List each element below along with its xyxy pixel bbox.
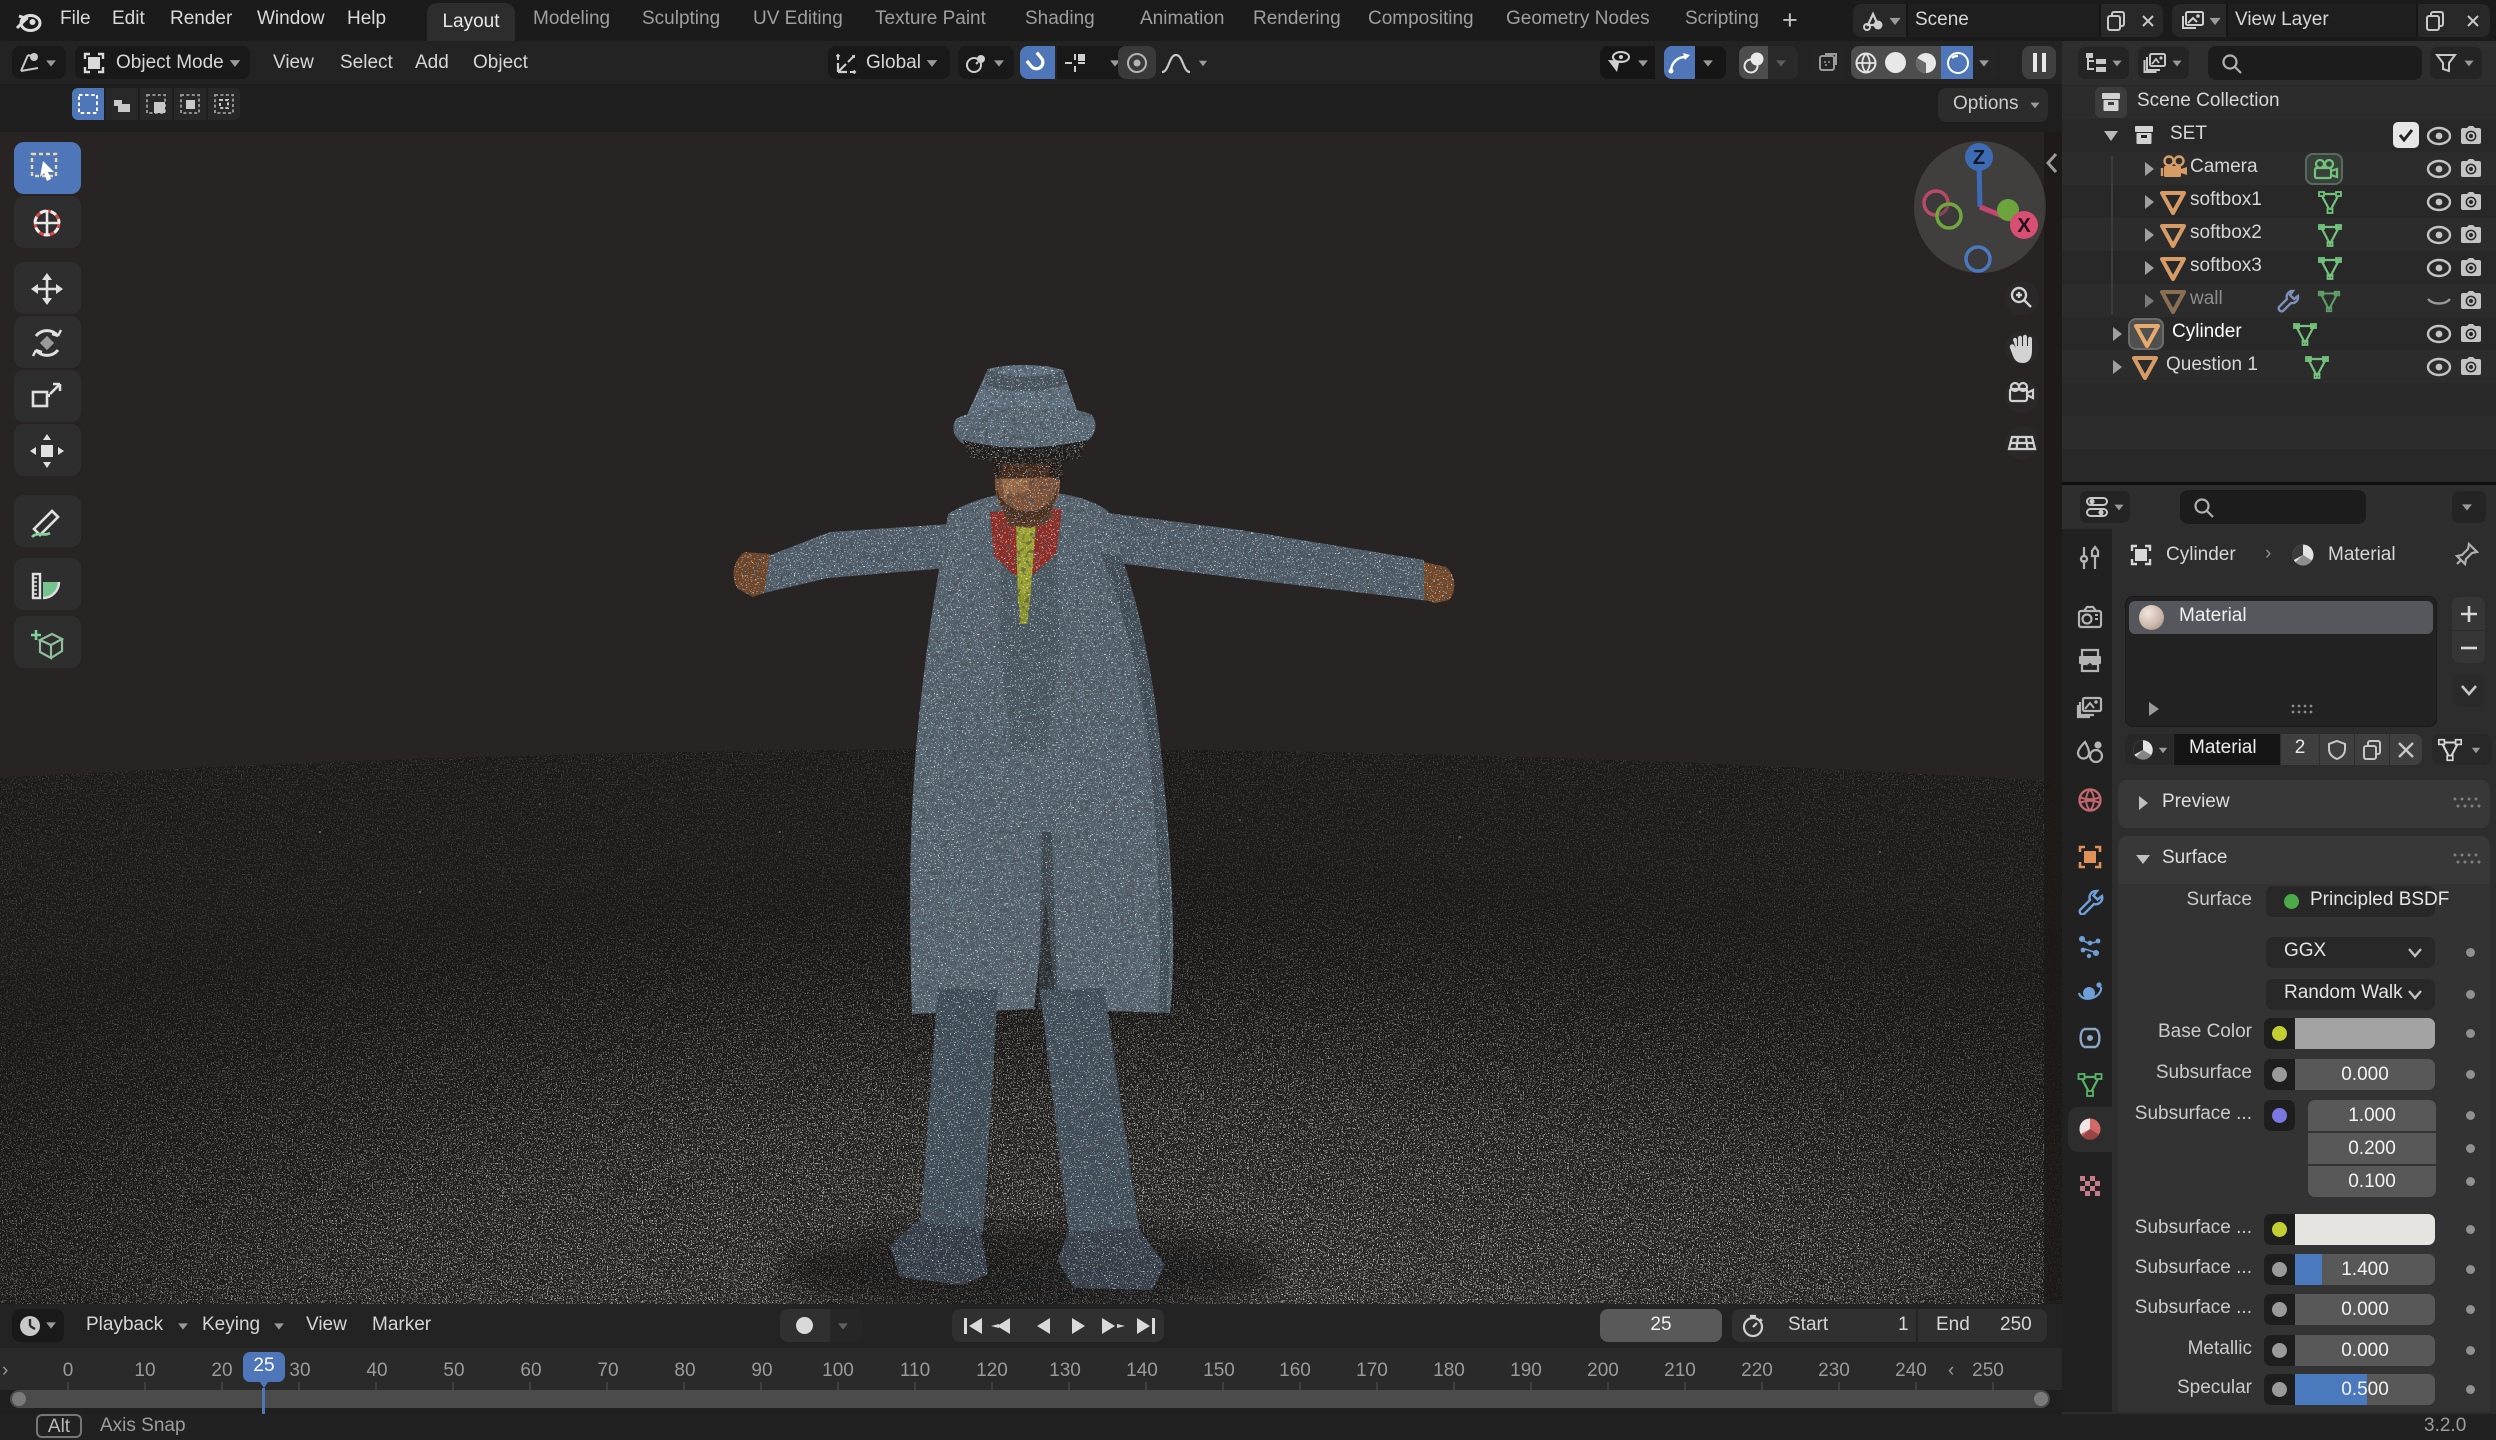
svg-text:X: X xyxy=(2017,215,2031,237)
svg-text:Z: Z xyxy=(1973,147,1985,169)
